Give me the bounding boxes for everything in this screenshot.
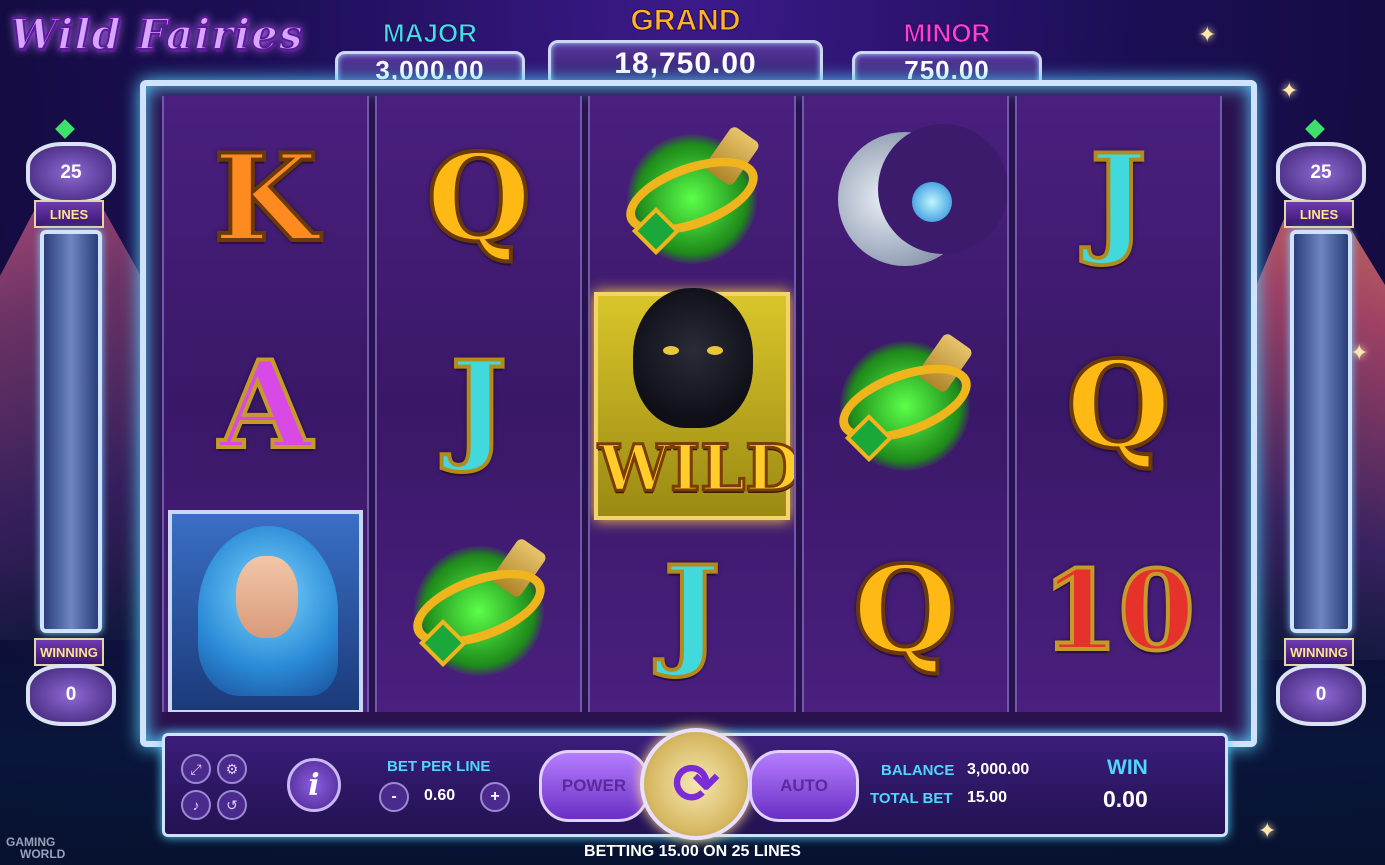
symbol-moon-pendant	[804, 96, 1007, 301]
reel-2: Q J	[375, 96, 583, 712]
settings-gear-icon[interactable]: ⚙	[217, 754, 247, 784]
reel-1: K A	[162, 96, 370, 712]
winning-meter-tube	[40, 230, 102, 633]
panther-icon	[633, 288, 754, 428]
winning-label: WINNING	[34, 638, 104, 666]
spin-button[interactable]: ⟳	[640, 728, 752, 840]
lines-count: 25	[1276, 142, 1366, 204]
reel-grid: K A Q J WILD J Q J Q 10	[162, 96, 1223, 712]
gaming-world-logo: GAMING WORLD	[6, 836, 65, 860]
reel-3: WILD J	[588, 96, 796, 712]
gem-icon	[55, 119, 75, 139]
lines-label: LINES	[34, 200, 104, 228]
auto-button[interactable]: AUTO	[749, 750, 859, 822]
branding-line2: WORLD	[20, 847, 66, 861]
potion-icon	[829, 331, 981, 481]
reel-5: J Q 10	[1014, 96, 1223, 712]
balance-label: BALANCE	[881, 762, 955, 779]
win-label: WIN	[1107, 756, 1148, 779]
bet-per-line-label: BET PER LINE	[387, 758, 491, 775]
jackpot-minor: MINOR 750.00	[852, 18, 1042, 89]
symbol-q: Q	[1064, 334, 1173, 476]
sparkle-icon: ✦	[1258, 818, 1277, 843]
win-value: 0.00	[1103, 786, 1148, 812]
winning-meter-tube	[1290, 230, 1352, 633]
gem-icon	[1305, 119, 1325, 139]
lines-label: LINES	[1284, 200, 1354, 228]
wild-label: WILD	[597, 430, 796, 508]
fullscreen-icon[interactable]: ⤢	[181, 754, 211, 784]
control-panel: ⤢ ⚙ ♪ ↺ i BET PER LINE - 0.60 + POWER ⟳ …	[162, 728, 1228, 840]
bet-per-line-value: 0.60	[424, 787, 456, 804]
symbol-potion	[590, 96, 793, 301]
symbol-wild-panther: WILD	[594, 288, 796, 520]
symbol-fairy-portrait	[168, 510, 364, 712]
jackpot-major-label: MAJOR	[383, 18, 478, 49]
bet-decrease-button[interactable]: -	[379, 782, 409, 812]
winning-value: 0	[1276, 664, 1366, 726]
jackpot-minor-label: MINOR	[903, 18, 991, 49]
potion-icon	[403, 536, 555, 686]
betting-status: BETTING 15.00 ON 25 LINES	[584, 843, 801, 860]
lines-count: 25	[26, 142, 116, 204]
symbol-ten: 10	[1040, 545, 1197, 675]
balance-value: 3,000.00	[967, 761, 1030, 778]
bet-increase-button[interactable]: +	[480, 782, 510, 812]
moon-pendant-icon	[830, 123, 1007, 274]
sparkle-icon: ✦	[1198, 22, 1217, 47]
history-icon[interactable]: ↺	[217, 790, 247, 820]
symbol-a: A	[217, 334, 314, 476]
winning-label: WINNING	[1284, 638, 1354, 666]
winning-value: 0	[26, 664, 116, 726]
jackpot-major: MAJOR 3,000.00	[335, 18, 525, 89]
symbol-j: J	[1088, 127, 1149, 269]
left-line-meter: 25 LINES WINNING 0	[22, 119, 116, 740]
right-line-meter: 25 LINES WINNING 0	[1272, 119, 1366, 740]
potion-icon	[616, 124, 768, 274]
game-logo: Wild Fairies	[9, 9, 304, 60]
total-bet-value: 15.00	[967, 789, 1008, 806]
spin-arrows-icon: ⟳	[672, 752, 720, 815]
symbol-j: J	[662, 539, 723, 681]
jackpot-grand: GRAND 18,750.00	[548, 4, 823, 88]
symbol-k: K	[211, 127, 319, 269]
reel-4: Q	[801, 96, 1009, 712]
symbol-j: J	[448, 334, 509, 476]
symbol-potion	[377, 508, 580, 712]
sparkle-icon: ✦	[1280, 78, 1299, 103]
symbol-potion	[804, 303, 1007, 508]
symbol-q: Q	[851, 539, 960, 681]
info-button[interactable]: i	[287, 758, 341, 812]
symbol-q: Q	[425, 127, 534, 269]
sound-icon[interactable]: ♪	[181, 790, 211, 820]
power-button[interactable]: POWER	[539, 750, 649, 822]
jackpot-grand-label: GRAND	[630, 4, 741, 38]
total-bet-label: TOTAL BET	[870, 790, 953, 807]
